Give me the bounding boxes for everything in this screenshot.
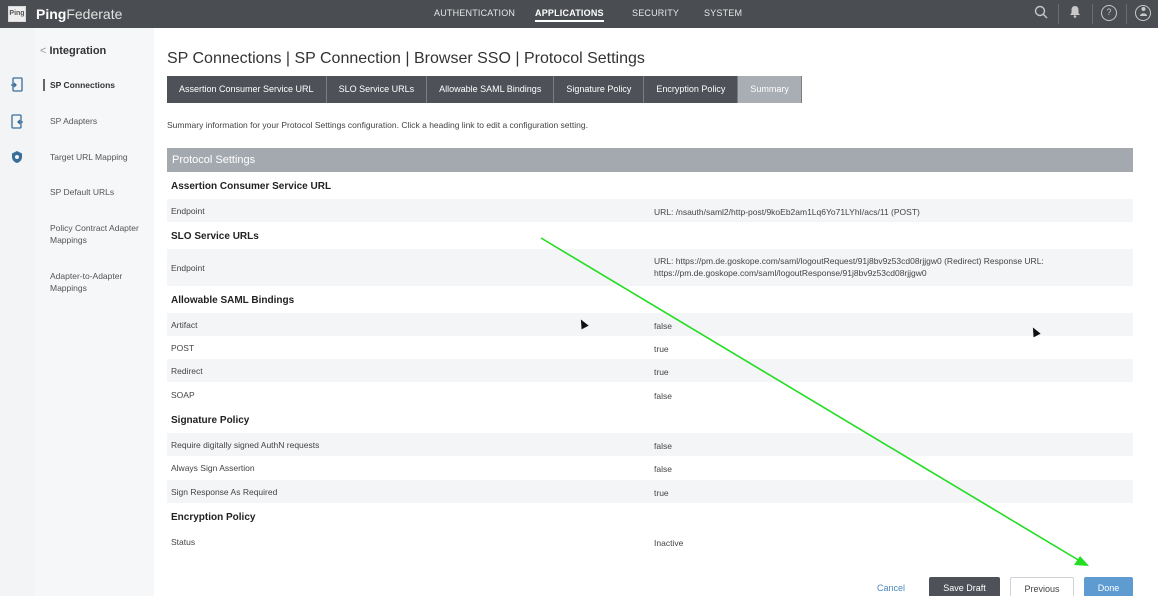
tab-bar: Assertion Consumer Service URL SLO Servi… (167, 76, 802, 103)
row-value: URL: /nsauth/saml2/http-post/9koEb2am1Lq… (654, 207, 920, 217)
nav-security[interactable]: SECURITY (632, 8, 679, 18)
sidebar-item-sp-adapters[interactable]: SP Adapters (50, 115, 148, 127)
divider (1092, 4, 1093, 24)
heading-allowable-saml-bindings[interactable]: Allowable SAML Bindings (171, 295, 294, 306)
row-value: true (654, 367, 669, 377)
done-button[interactable]: Done (1084, 577, 1133, 596)
bell-icon[interactable] (1067, 5, 1083, 21)
summary-row: SOAP false (167, 383, 1133, 406)
heading-slo-service-urls[interactable]: SLO Service URLs (171, 231, 259, 242)
summary-row: Artifact false (167, 313, 1133, 336)
help-icon[interactable]: ? (1101, 5, 1117, 21)
tab-signature-policy[interactable]: Signature Policy (554, 76, 645, 103)
row-label: SOAP (171, 390, 195, 400)
row-value: URL: https://pm.de.goskope.com/saml/logo… (654, 256, 1044, 278)
sidebar-item-sp-default-urls[interactable]: SP Default URLs (50, 186, 148, 198)
row-value: true (654, 488, 669, 498)
app-brand: PingFederate (36, 6, 122, 22)
nav-applications[interactable]: APPLICATIONS (535, 8, 604, 22)
heading-acs-url[interactable]: Assertion Consumer Service URL (171, 181, 331, 192)
idp-connections-icon[interactable] (9, 114, 25, 130)
row-label: Redirect (171, 366, 203, 376)
tab-slo-service-urls[interactable]: SLO Service URLs (326, 76, 428, 103)
sp-connections-icon[interactable] (9, 77, 25, 93)
oauth-icon[interactable] (9, 150, 25, 166)
row-label: Endpoint (171, 263, 205, 273)
summary-row: Endpoint URL: https://pm.de.goskope.com/… (167, 249, 1133, 286)
row-value: false (654, 321, 672, 331)
tab-summary[interactable]: Summary (738, 76, 802, 103)
tab-encryption-policy[interactable]: Encryption Policy (644, 76, 739, 103)
previous-button[interactable]: Previous (1010, 577, 1074, 596)
summary-row: Require digitally signed AuthN requests … (167, 433, 1133, 456)
row-label: Sign Response As Required (171, 487, 278, 497)
summary-row: Redirect true (167, 359, 1133, 382)
annotation-arrow-head (1074, 556, 1089, 566)
summary-row: Sign Response As Required true (167, 480, 1133, 503)
summary-row: Endpoint URL: /nsauth/saml2/http-post/9k… (167, 199, 1133, 222)
row-label: POST (171, 343, 195, 353)
back-label: Integration (49, 45, 107, 57)
chevron-left-icon: < (40, 45, 47, 57)
integration-back-link[interactable]: < Integration (40, 45, 106, 57)
summary-row: Status Inactive (167, 530, 1133, 553)
row-value: false (654, 464, 672, 474)
user-icon[interactable] (1135, 5, 1151, 21)
tab-assertion-consumer-service-url[interactable]: Assertion Consumer Service URL (167, 76, 327, 103)
tab-allowable-saml-bindings[interactable]: Allowable SAML Bindings (427, 76, 555, 103)
sidebar-item-adapter-to-adapter-mappings[interactable]: Adapter-to-Adapter Mappings (50, 270, 148, 294)
row-label: Require digitally signed AuthN requests (171, 440, 320, 450)
divider (1126, 4, 1127, 24)
row-value: Inactive (654, 538, 684, 548)
search-icon[interactable] (1033, 5, 1049, 21)
sidebar-item-sp-connections[interactable]: SP Connections (43, 79, 141, 91)
nav-authentication[interactable]: AUTHENTICATION (434, 8, 515, 18)
row-label: Status (171, 537, 196, 547)
brand-bold: Ping (36, 6, 67, 22)
page-title: SP Connections | SP Connection | Browser… (167, 50, 645, 67)
summary-row: Always Sign Assertion false (167, 456, 1133, 479)
save-draft-button[interactable]: Save Draft (929, 577, 1000, 596)
row-value: true (654, 344, 669, 354)
summary-row: POST true (167, 336, 1133, 359)
section-header: Protocol Settings (167, 148, 1133, 172)
sidebar-item-target-url-mapping[interactable]: Target URL Mapping (50, 151, 148, 163)
row-label: Artifact (171, 320, 198, 330)
heading-encryption-policy[interactable]: Encryption Policy (171, 512, 255, 523)
row-label: Always Sign Assertion (171, 463, 255, 473)
divider (1058, 4, 1059, 24)
top-navigation-bar: Ping PingFederate AUTHENTICATION APPLICA… (0, 0, 1158, 28)
icon-rail (0, 28, 34, 596)
sidebar-item-policy-contract-adapter-mappings[interactable]: Policy Contract Adapter Mappings (50, 222, 148, 246)
brand-light: Federate (66, 6, 123, 22)
intro-text: Summary information for your Protocol Se… (167, 120, 588, 130)
row-value: false (654, 391, 672, 401)
nav-system[interactable]: SYSTEM (704, 8, 742, 18)
heading-signature-policy[interactable]: Signature Policy (171, 415, 249, 426)
ping-logo: Ping (8, 6, 26, 22)
sub-navigation: < Integration SP Connections SP Adapters … (34, 28, 154, 596)
row-value: false (654, 441, 672, 451)
row-label: Endpoint (171, 206, 205, 216)
cancel-button[interactable]: Cancel (871, 577, 911, 596)
